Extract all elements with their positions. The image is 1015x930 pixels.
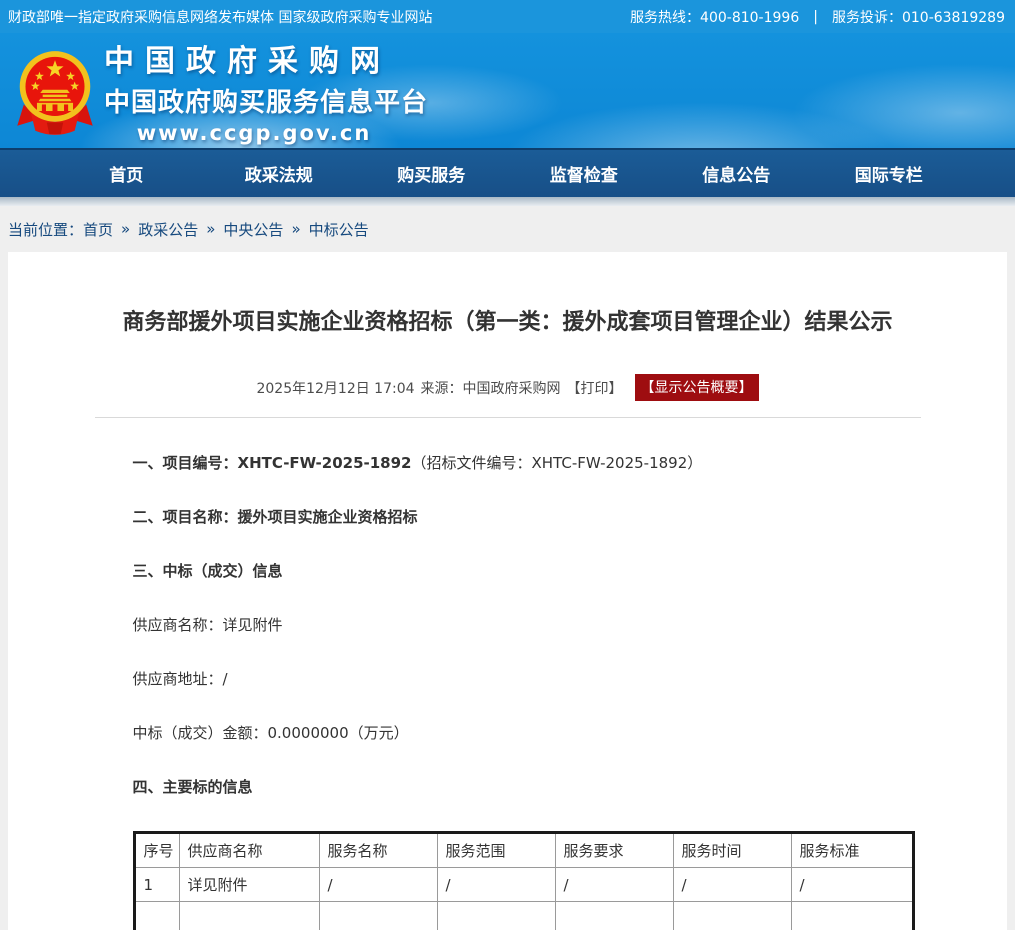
col-header-service-scope: 服务范围 xyxy=(437,833,555,868)
nav-shadow-strip xyxy=(0,197,1015,206)
article-source: 来源：中国政府采购网 xyxy=(421,378,561,398)
paragraph-bold-text: 二、项目名称：援外项目实施企业资格招标 xyxy=(133,508,418,526)
breadcrumb-separator: » xyxy=(121,220,130,238)
cell-supplier xyxy=(179,902,319,930)
service-hotline: 服务热线：400-810-1996 xyxy=(630,7,799,27)
breadcrumb-central-notices[interactable]: 中央公告 xyxy=(223,219,283,240)
article-title: 商务部援外项目实施企业资格招标（第一类：援外成套项目管理企业）结果公示 xyxy=(95,252,921,338)
site-name: 中国政府采购网 xyxy=(104,36,404,80)
paragraph-normal-text: 供应商名称：详见附件 xyxy=(133,616,283,634)
site-url: www.ccgp.gov.cn xyxy=(104,121,404,145)
paragraph-supplier-address: 供应商地址：/ xyxy=(133,669,921,690)
topbar-divider: | xyxy=(813,9,818,25)
breadcrumb-award-notices[interactable]: 中标公告 xyxy=(309,219,369,240)
paragraph-award-amount: 中标（成交）金额：0.0000000（万元） xyxy=(133,723,921,744)
cell-service-standard: / xyxy=(791,868,913,902)
cell-serial: 1 xyxy=(134,868,179,902)
cell-service-standard xyxy=(791,902,913,930)
paragraph-bold-text: 四、主要标的信息 xyxy=(133,778,253,796)
table-header-row: 序号 供应商名称 服务名称 服务范围 服务要求 服务时间 服务标准 xyxy=(134,833,913,868)
nav-item-international[interactable]: 国际专栏 xyxy=(813,161,966,186)
paragraph-award-info-heading: 三、中标（成交）信息 xyxy=(133,561,921,582)
table-row xyxy=(134,902,913,930)
nav-item-purchase-services[interactable]: 购买服务 xyxy=(355,161,508,186)
cell-service-requirement: / xyxy=(555,868,673,902)
paragraph-project-name: 二、项目名称：援外项目实施企业资格招标 xyxy=(133,507,921,528)
cell-service-time xyxy=(673,902,791,930)
breadcrumb: 当前位置： 首页 » 政采公告 » 中央公告 » 中标公告 xyxy=(0,206,1015,252)
article-meta: 2025年12月12日 17:04 来源：中国政府采购网 【打印】 【显示公告概… xyxy=(95,374,921,401)
breadcrumb-separator: » xyxy=(291,220,300,238)
cell-service-name: / xyxy=(319,868,437,902)
col-header-serial: 序号 xyxy=(134,833,179,868)
paragraph-normal-text: （招标文件编号：XHTC-FW-2025-1892） xyxy=(412,454,703,472)
service-complaint: 服务投诉：010-63819289 xyxy=(832,7,1005,27)
paragraph-bold-text: 三、中标（成交）信息 xyxy=(133,562,283,580)
nav-item-announcements[interactable]: 信息公告 xyxy=(660,161,813,186)
col-header-service-standard: 服务标准 xyxy=(791,833,913,868)
main-subject-table: 序号 供应商名称 服务名称 服务范围 服务要求 服务时间 服务标准 1 详见附件… xyxy=(133,831,915,930)
cell-serial xyxy=(134,902,179,930)
article-panel: 商务部援外项目实施企业资格招标（第一类：援外成套项目管理企业）结果公示 2025… xyxy=(8,252,1007,930)
breadcrumb-label: 当前位置： xyxy=(8,219,83,240)
cell-service-scope: / xyxy=(437,868,555,902)
col-header-service-name: 服务名称 xyxy=(319,833,437,868)
paragraph-normal-text: 供应商地址：/ xyxy=(133,670,228,688)
cell-service-requirement xyxy=(555,902,673,930)
show-summary-button[interactable]: 【显示公告概要】 xyxy=(635,374,759,401)
cell-service-name xyxy=(319,902,437,930)
site-logo-text[interactable]: 中国政府采购网 中国政府购买服务信息平台 www.ccgp.gov.cn xyxy=(104,36,404,145)
site-header: 中国政府采购网 中国政府购买服务信息平台 www.ccgp.gov.cn xyxy=(0,33,1015,148)
paragraph-supplier-name: 供应商名称：详见附件 xyxy=(133,615,921,636)
nav-item-regulations[interactable]: 政采法规 xyxy=(203,161,356,186)
breadcrumb-home[interactable]: 首页 xyxy=(83,219,113,240)
cell-service-scope xyxy=(437,902,555,930)
paragraph-main-subject-heading: 四、主要标的信息 xyxy=(133,777,921,798)
publish-datetime: 2025年12月12日 17:04 xyxy=(256,378,414,398)
table-row: 1 详见附件 / / / / / xyxy=(134,868,913,902)
platform-name: 中国政府购买服务信息平台 xyxy=(104,82,404,119)
paragraph-bold-text: 一、项目编号：XHTC-FW-2025-1892 xyxy=(133,454,412,472)
print-button[interactable]: 【打印】 xyxy=(567,378,623,398)
col-header-service-requirement: 服务要求 xyxy=(555,833,673,868)
paragraph-normal-text: 中标（成交）金额：0.0000000（万元） xyxy=(133,724,409,742)
site-slogan: 财政部唯一指定政府采购信息网络发布媒体 国家级政府采购专业网站 xyxy=(8,7,432,27)
breadcrumb-procurement-notices[interactable]: 政采公告 xyxy=(138,219,198,240)
cell-supplier: 详见附件 xyxy=(179,868,319,902)
article-body: 一、项目编号：XHTC-FW-2025-1892（招标文件编号：XHTC-FW-… xyxy=(95,418,921,930)
national-emblem-logo[interactable] xyxy=(14,47,96,139)
cell-service-time: / xyxy=(673,868,791,902)
breadcrumb-separator: » xyxy=(206,220,215,238)
top-utility-bar: 财政部唯一指定政府采购信息网络发布媒体 国家级政府采购专业网站 服务热线：400… xyxy=(0,0,1015,33)
nav-item-supervision[interactable]: 监督检查 xyxy=(508,161,661,186)
nav-item-home[interactable]: 首页 xyxy=(50,161,203,186)
paragraph-project-number: 一、项目编号：XHTC-FW-2025-1892（招标文件编号：XHTC-FW-… xyxy=(133,453,921,474)
col-header-service-time: 服务时间 xyxy=(673,833,791,868)
col-header-supplier: 供应商名称 xyxy=(179,833,319,868)
main-nav: 首页 政采法规 购买服务 监督检查 信息公告 国际专栏 xyxy=(0,148,1015,197)
